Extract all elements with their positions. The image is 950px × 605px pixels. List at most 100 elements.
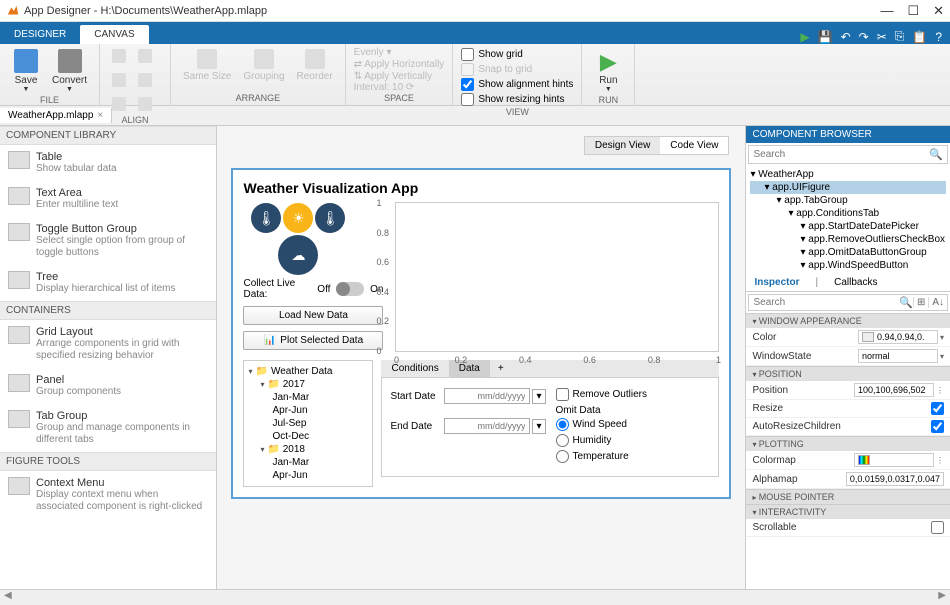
conditions-tab[interactable]: Conditions xyxy=(381,360,448,377)
categorize-icon[interactable]: ⊞ xyxy=(913,297,928,308)
collect-data-switch[interactable] xyxy=(336,282,364,296)
show-resize-checkbox[interactable]: Show resizing hints xyxy=(461,92,564,107)
dropdown-icon[interactable]: ▾ xyxy=(532,389,545,404)
inspector-search-input[interactable] xyxy=(749,295,899,310)
component-icon xyxy=(8,410,30,428)
apply-horiz-button[interactable]: ⇄ Apply Horizontally xyxy=(354,59,445,70)
winstate-dropdown-icon[interactable]: ▾ xyxy=(940,352,944,361)
align-left-button[interactable] xyxy=(108,47,130,67)
paste-qa-icon[interactable]: 📋 xyxy=(912,30,927,44)
show-alignment-checkbox[interactable]: Show alignment hints xyxy=(461,77,573,92)
show-grid-checkbox[interactable]: Show grid xyxy=(461,47,522,62)
convert-button[interactable]: Convert▼ xyxy=(48,47,91,95)
scroll-right-icon[interactable]: ▶ xyxy=(938,590,946,605)
code-view-button[interactable]: Code View xyxy=(660,137,728,154)
resize-checkbox[interactable] xyxy=(931,402,944,415)
plot-data-button[interactable]: 📊Plot Selected Data xyxy=(243,331,383,350)
autoresize-checkbox[interactable] xyxy=(931,420,944,433)
collect-data-label: Collect Live Data: xyxy=(243,278,311,300)
tree-node[interactable]: ▾ app.OmitDataButtonGroup xyxy=(750,246,946,259)
tab-designer[interactable]: DESIGNER xyxy=(0,25,80,44)
weather-image: 🌡 ☀ 🌡 ☁ xyxy=(243,202,353,272)
colormap-more-icon[interactable]: ⋮ xyxy=(936,456,944,465)
matlab-logo-icon xyxy=(6,4,20,18)
library-item[interactable]: Context MenuDisplay context menu when as… xyxy=(0,471,216,519)
ui-axes[interactable]: 00.20.40.60.8100.20.40.60.81 xyxy=(395,202,719,352)
component-icon xyxy=(8,326,30,344)
align-top-button[interactable] xyxy=(134,71,156,91)
grouping-button[interactable]: Grouping xyxy=(239,47,288,84)
color-dropdown-icon[interactable]: ▾ xyxy=(940,333,944,342)
same-size-button[interactable]: Same Size xyxy=(179,47,235,84)
doc-tab-weatherapp[interactable]: WeatherApp.mlapp× xyxy=(0,108,112,123)
tree-node[interactable]: ▾ app.StartDateDatePicker xyxy=(750,220,946,233)
library-item[interactable]: Grid LayoutArrange components in grid wi… xyxy=(0,320,216,368)
align-center-button[interactable] xyxy=(134,47,156,67)
remove-outliers-checkbox[interactable]: Remove Outliers xyxy=(556,388,647,401)
browser-search-input[interactable] xyxy=(749,146,925,163)
temperature-radio[interactable]: Temperature xyxy=(556,450,647,463)
thermometer-icon: 🌡 xyxy=(315,203,345,233)
app-uifigure[interactable]: Weather Visualization App 🌡 ☀ 🌡 ☁ Collec… xyxy=(231,168,731,499)
tree-node[interactable]: ▾ WeatherApp xyxy=(750,168,946,181)
redo-qa-icon[interactable]: ↷ xyxy=(859,30,869,44)
search-icon[interactable]: 🔍 xyxy=(899,296,913,309)
component-tree[interactable]: ▾ WeatherApp▾ app.UIFigure▾ app.TabGroup… xyxy=(746,166,950,274)
library-item[interactable]: Toggle Button GroupSelect single option … xyxy=(0,217,216,265)
run-qa-icon[interactable]: ▶ xyxy=(800,30,809,44)
tree-node[interactable]: ▾ app.ConditionsTab xyxy=(750,207,946,220)
title-bar: App Designer - H:\Documents\WeatherApp.m… xyxy=(0,0,950,22)
help-qa-icon[interactable]: ? xyxy=(935,30,942,44)
pos-more-icon[interactable]: ⋮ xyxy=(936,386,944,395)
section-window-appearance[interactable]: WINDOW APPEARANCE xyxy=(746,313,950,328)
sort-icon[interactable]: A↓ xyxy=(928,297,947,308)
search-icon[interactable]: 🔍 xyxy=(925,146,947,163)
cut-qa-icon[interactable]: ✂ xyxy=(877,30,887,44)
design-view-button[interactable]: Design View xyxy=(585,137,660,154)
add-tab-button[interactable]: + xyxy=(490,360,512,377)
section-interactivity[interactable]: INTERACTIVITY xyxy=(746,504,950,519)
tree-node[interactable]: ▾ app.WindSpeedButton xyxy=(750,259,946,272)
snap-grid-checkbox[interactable]: Snap to grid xyxy=(461,62,532,77)
reorder-button[interactable]: Reorder xyxy=(293,47,337,84)
section-mouse[interactable]: MOUSE POINTER xyxy=(746,489,950,504)
start-date-picker[interactable] xyxy=(444,388,530,404)
maximize-button[interactable]: ☐ xyxy=(907,3,919,19)
library-item[interactable]: TreeDisplay hierarchical list of items xyxy=(0,265,216,301)
callbacks-tab[interactable]: Callbacks xyxy=(826,274,885,291)
weather-tree[interactable]: ▾📁 Weather Data ▾📁 2017Jan-MarApr-JunJul… xyxy=(243,360,373,487)
dropdown-icon[interactable]: ▾ xyxy=(532,419,545,434)
library-item[interactable]: Text AreaEnter multiline text xyxy=(0,181,216,217)
wind-speed-radio[interactable]: Wind Speed xyxy=(556,418,647,431)
space-evenly-option[interactable]: Evenly ▾ xyxy=(354,47,392,58)
save-button[interactable]: Save▼ xyxy=(8,47,44,95)
quick-access: ▶ 💾 ↶ ↷ ✂ ⎘ 📋 ? xyxy=(800,29,950,44)
copy-qa-icon[interactable]: ⎘ xyxy=(895,29,905,44)
section-plotting[interactable]: PLOTTING xyxy=(746,436,950,451)
tree-node[interactable]: ▾ app.RemoveOutliersCheckBox xyxy=(750,233,946,246)
apply-vert-button[interactable]: ⇅ Apply Vertically xyxy=(354,71,432,82)
run-button[interactable]: ▶Run▼ xyxy=(590,47,626,95)
undo-qa-icon[interactable]: ↶ xyxy=(841,30,851,44)
library-item[interactable]: TableShow tabular data xyxy=(0,145,216,181)
scrollable-checkbox[interactable] xyxy=(931,521,944,534)
close-button[interactable]: ✕ xyxy=(933,3,944,19)
tab-canvas[interactable]: CANVAS xyxy=(80,25,148,44)
design-canvas[interactable]: Design View Code View Weather Visualizat… xyxy=(217,126,745,589)
close-tab-icon[interactable]: × xyxy=(97,110,103,121)
component-icon xyxy=(8,223,30,241)
library-item[interactable]: PanelGroup components xyxy=(0,368,216,404)
library-item[interactable]: Tab GroupGroup and manage components in … xyxy=(0,404,216,452)
humidity-radio[interactable]: Humidity xyxy=(556,434,647,447)
end-date-picker[interactable] xyxy=(444,418,530,434)
align-bot-button[interactable] xyxy=(134,95,156,115)
minimize-button[interactable]: — xyxy=(880,3,893,19)
align-right-button[interactable] xyxy=(108,71,130,91)
load-data-button[interactable]: Load New Data xyxy=(243,306,383,325)
save-qa-icon[interactable]: 💾 xyxy=(818,30,833,44)
section-position[interactable]: POSITION xyxy=(746,366,950,381)
tree-node[interactable]: ▾ app.UIFigure xyxy=(750,181,946,194)
scroll-left-icon[interactable]: ◀ xyxy=(4,590,12,605)
tree-node[interactable]: ▾ app.TabGroup xyxy=(750,194,946,207)
inspector-tab[interactable]: Inspector xyxy=(746,274,807,291)
